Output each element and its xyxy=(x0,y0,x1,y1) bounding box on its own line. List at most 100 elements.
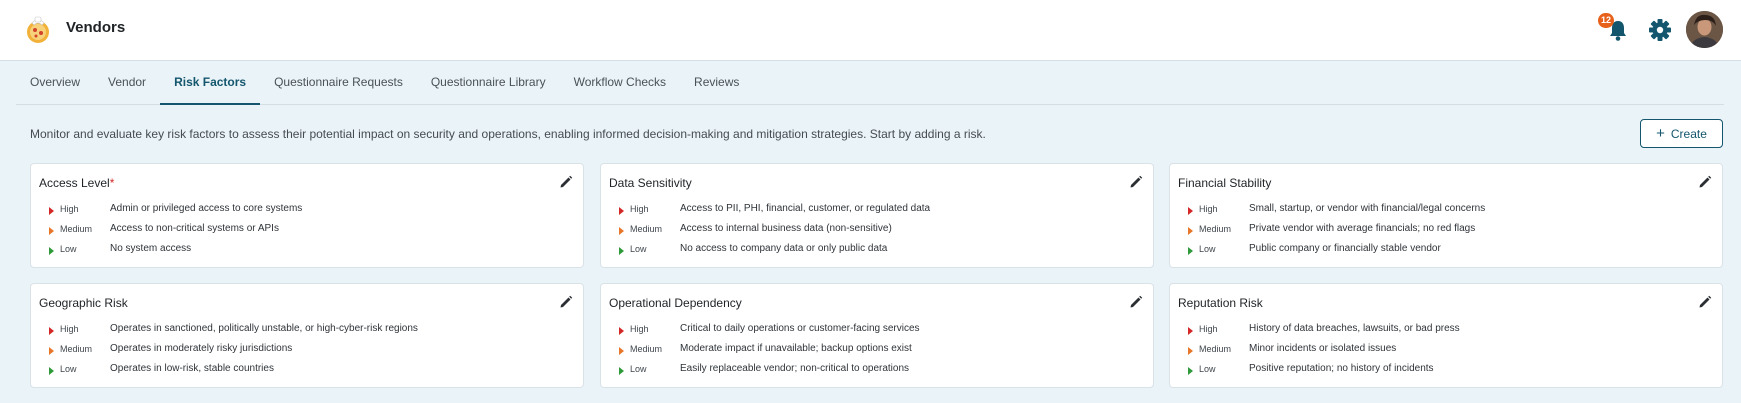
app-header: Vendors 12 xyxy=(0,0,1741,61)
avatar[interactable] xyxy=(1686,11,1723,48)
risk-level-row-high: High Critical to daily operations or cust… xyxy=(609,322,1129,342)
risk-level-row-low: Low No system access xyxy=(39,242,559,262)
risk-level-row-medium: Medium Access to internal business data (… xyxy=(609,222,1129,242)
card-title: Data Sensitivity xyxy=(609,176,692,190)
create-button[interactable]: + Create xyxy=(1640,119,1723,148)
risk-level-row-low: Low Operates in low-risk, stable countrie… xyxy=(39,362,559,382)
pencil-edit-icon[interactable] xyxy=(1129,175,1143,189)
risk-level-description: Positive reputation; no history of incid… xyxy=(1249,363,1434,374)
triangle-right-icon xyxy=(49,327,54,335)
triangle-right-icon xyxy=(1188,367,1193,375)
risk-level-row-high: High Operates in sanctioned, politically … xyxy=(39,322,559,342)
risk-level-label: Medium xyxy=(630,344,663,354)
pencil-edit-icon[interactable] xyxy=(1129,295,1143,309)
pencil-edit-icon[interactable] xyxy=(559,175,573,189)
triangle-right-icon xyxy=(49,227,54,235)
risk-level-label: Medium xyxy=(1199,344,1232,354)
user-photo-icon xyxy=(1686,11,1723,48)
risk-level-row-high: High Small, startup, or vendor with finan… xyxy=(1178,202,1698,222)
pizza-logo-icon[interactable] xyxy=(22,14,54,46)
triangle-right-icon xyxy=(619,227,624,235)
card-title-text: Data Sensitivity xyxy=(609,176,692,190)
risk-card-access-level: Access Level* High Admin or privileged acc… xyxy=(30,163,584,268)
risk-level-row-medium: Medium Operates in moderately risky juris… xyxy=(39,342,559,362)
triangle-right-icon xyxy=(1188,227,1193,235)
risk-level-description: Access to non-critical systems or APIs xyxy=(110,223,279,234)
risk-level-description: Operates in sanctioned, politically unst… xyxy=(110,323,418,334)
pencil-edit-icon[interactable] xyxy=(559,295,573,309)
card-title-text: Reputation Risk xyxy=(1178,296,1263,310)
risk-level-label: Low xyxy=(1199,364,1216,374)
risk-level-description: Operates in moderately risky jurisdictio… xyxy=(110,343,293,354)
triangle-right-icon xyxy=(49,207,54,215)
risk-level-row-medium: Medium Access to non-critical systems or … xyxy=(39,222,559,242)
risk-level-description: Moderate impact if unavailable; backup o… xyxy=(680,343,912,354)
risk-level-label: Low xyxy=(60,364,77,374)
tab-reviews[interactable]: Reviews xyxy=(680,62,753,104)
risk-card-reputation-risk: Reputation Risk High History of data breac… xyxy=(1169,283,1723,388)
triangle-right-icon xyxy=(619,367,624,375)
triangle-right-icon xyxy=(49,367,54,375)
risk-card-financial-stability: Financial Stability High Small, startup, o… xyxy=(1169,163,1723,268)
create-button-label: Create xyxy=(1670,126,1707,141)
tab-overview[interactable]: Overview xyxy=(16,62,94,104)
triangle-right-icon xyxy=(49,347,54,355)
risk-level-row-high: High History of data breaches, lawsuits, … xyxy=(1178,322,1698,342)
page-description: Monitor and evaluate key risk factors to… xyxy=(30,127,986,141)
risk-level-row-low: Low Public company or financially stable … xyxy=(1178,242,1698,262)
required-asterisk: * xyxy=(109,176,115,190)
card-title: Access Level* xyxy=(39,176,114,190)
card-title-text: Operational Dependency xyxy=(609,296,742,310)
risk-level-row-high: High Admin or privileged access to core s… xyxy=(39,202,559,222)
risk-level-row-low: Low Positive reputation; no history of in… xyxy=(1178,362,1698,382)
risk-level-row-high: High Access to PII, PHI, financial, custo… xyxy=(609,202,1129,222)
risk-card-operational-dependency: Operational Dependency High Critical to da… xyxy=(600,283,1154,388)
risk-level-description: Easily replaceable vendor; non-critical … xyxy=(680,363,910,374)
triangle-right-icon xyxy=(619,327,624,335)
notification-count-badge: 12 xyxy=(1598,13,1615,28)
risk-level-description: No access to company data or only public… xyxy=(680,243,888,254)
triangle-right-icon xyxy=(1188,247,1193,255)
risk-level-description: Access to internal business data (non-se… xyxy=(680,223,892,234)
triangle-right-icon xyxy=(619,207,624,215)
risk-level-row-medium: Medium Moderate impact if unavailable; ba… xyxy=(609,342,1129,362)
risk-level-description: Minor incidents or isolated issues xyxy=(1249,343,1397,354)
tab-workflow-checks[interactable]: Workflow Checks xyxy=(560,62,680,104)
risk-level-label: High xyxy=(630,324,649,334)
tab-risk-factors[interactable]: Risk Factors xyxy=(160,62,261,105)
pencil-edit-icon[interactable] xyxy=(1698,175,1712,189)
risk-level-label: High xyxy=(60,204,79,214)
card-title: Geographic Risk xyxy=(39,296,128,310)
plus-icon: + xyxy=(1656,124,1665,142)
risk-level-description: Operates in low-risk, stable countries xyxy=(110,363,274,374)
risk-level-row-medium: Medium Private vendor with average financ… xyxy=(1178,222,1698,242)
risk-level-description: Critical to daily operations or customer… xyxy=(680,323,920,334)
pencil-edit-icon[interactable] xyxy=(1698,295,1712,309)
risk-level-description: Access to PII, PHI, financial, customer,… xyxy=(680,203,931,214)
risk-level-label: High xyxy=(60,324,79,334)
tab-vendor[interactable]: Vendor xyxy=(94,62,160,104)
risk-level-description: Admin or privileged access to core syste… xyxy=(110,203,303,214)
page-title: Vendors xyxy=(66,19,126,36)
risk-level-description: Private vendor with average financials; … xyxy=(1249,223,1476,234)
risk-level-description: Public company or financially stable ven… xyxy=(1249,243,1441,254)
gear-icon[interactable] xyxy=(1645,15,1675,45)
risk-level-label: High xyxy=(1199,324,1218,334)
triangle-right-icon xyxy=(1188,207,1193,215)
risk-level-row-low: Low No access to company data or only pub… xyxy=(609,242,1129,262)
card-title: Financial Stability xyxy=(1178,176,1271,190)
risk-level-label: Low xyxy=(630,244,647,254)
risk-level-description: History of data breaches, lawsuits, or b… xyxy=(1249,323,1460,334)
risk-levels-list: High Operates in sanctioned, politically … xyxy=(39,322,559,382)
risk-level-label: Medium xyxy=(60,224,93,234)
risk-level-label: Low xyxy=(60,244,77,254)
card-title-text: Geographic Risk xyxy=(39,296,128,310)
triangle-right-icon xyxy=(619,247,624,255)
risk-level-label: Medium xyxy=(630,224,663,234)
triangle-right-icon xyxy=(1188,347,1193,355)
tab-questionnaire-library[interactable]: Questionnaire Library xyxy=(417,62,560,104)
risk-level-label: Medium xyxy=(1199,224,1232,234)
tab-questionnaire-requests[interactable]: Questionnaire Requests xyxy=(260,62,417,104)
triangle-right-icon xyxy=(619,347,624,355)
risk-level-row-medium: Medium Minor incidents or isolated issues xyxy=(1178,342,1698,362)
